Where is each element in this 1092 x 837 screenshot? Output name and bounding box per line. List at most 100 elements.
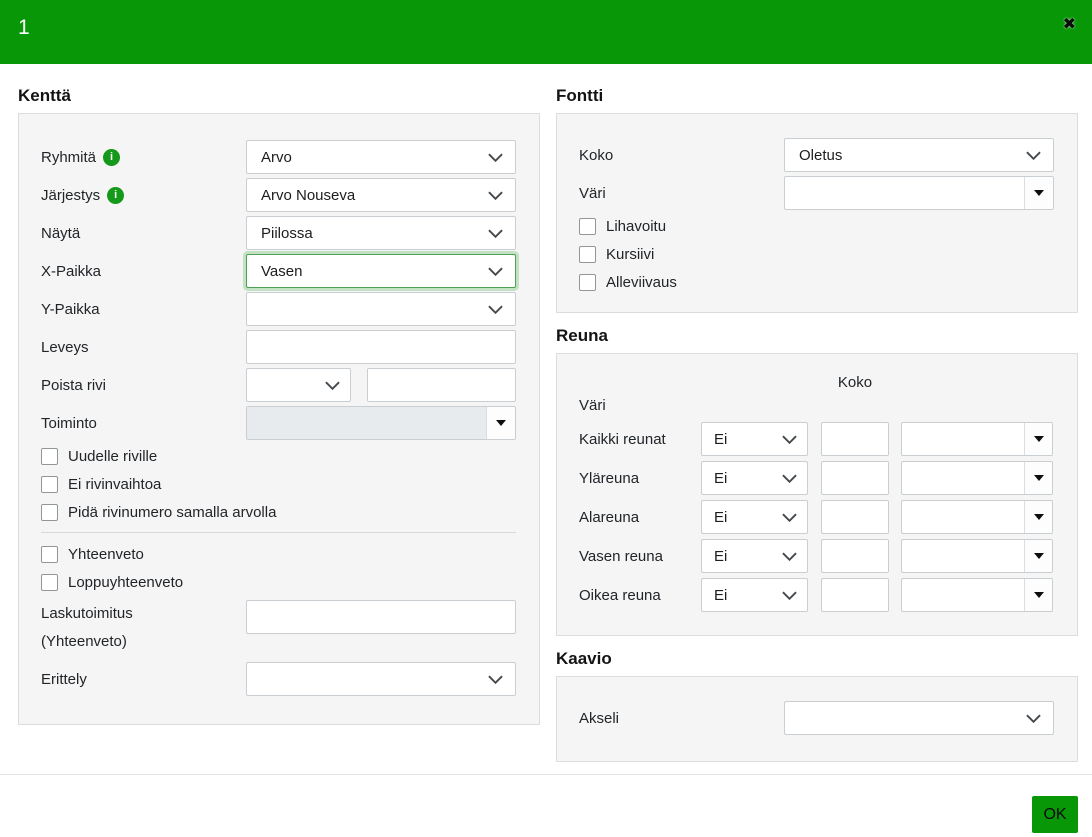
border-color-dropdown-button[interactable] — [1024, 423, 1052, 455]
reuna-column-headers: Koko — [579, 374, 1052, 391]
checkbox-box[interactable] — [579, 274, 596, 291]
dialog-title: 1 — [18, 16, 30, 40]
checkbox-uudelle-riville[interactable]: Uudelle riville — [41, 446, 516, 467]
form-row-jarjestys: Järjestys i Arvo Nouseva — [41, 178, 516, 212]
form-row-nayta: Näytä Piilossa — [41, 216, 516, 250]
border-color-dropdown-button[interactable] — [1024, 462, 1052, 494]
border-color-picker-all[interactable] — [901, 422, 1053, 456]
checkbox-box[interactable] — [579, 218, 596, 235]
chevron-down-icon — [488, 267, 503, 276]
akseli-select[interactable] — [784, 701, 1054, 735]
info-icon[interactable]: i — [103, 149, 120, 166]
border-size-input-top[interactable] — [821, 461, 889, 495]
checkbox-box[interactable] — [41, 546, 58, 563]
leveys-label: Leveys — [41, 339, 246, 356]
x-paikka-select[interactable]: Vasen — [246, 254, 516, 288]
font-color-dropdown-button[interactable] — [1024, 177, 1053, 209]
border-color-dropdown-button[interactable] — [1024, 501, 1052, 533]
checkbox-box[interactable] — [579, 246, 596, 263]
checkbox-label: Yhteenveto — [68, 546, 144, 563]
chevron-down-icon — [488, 191, 503, 200]
jarjestys-select[interactable]: Arvo Nouseva — [246, 178, 516, 212]
divider — [41, 532, 516, 533]
border-size-input-all[interactable] — [821, 422, 889, 456]
laskutoimitus-input[interactable] — [246, 600, 516, 634]
info-icon[interactable]: i — [107, 187, 124, 204]
border-size-input-bottom[interactable] — [821, 500, 889, 534]
jarjestys-value: Arvo Nouseva — [261, 187, 355, 204]
border-color-value — [902, 462, 1024, 494]
form-row-ryhmita: Ryhmitä i Arvo — [41, 140, 516, 174]
laskutoimitus-label-line2: (Yhteenveto) — [41, 628, 246, 656]
poista-rivi-input[interactable] — [367, 368, 516, 402]
form-row-leveys: Leveys — [41, 330, 516, 364]
caret-down-icon — [496, 420, 506, 426]
caret-down-icon — [1034, 553, 1044, 559]
fontti-panel: Koko Oletus Väri — [556, 113, 1078, 313]
font-size-select[interactable]: Oletus — [784, 138, 1054, 172]
border-color-picker-right[interactable] — [901, 578, 1053, 612]
border-style-select-top[interactable]: Ei — [701, 461, 808, 495]
border-style-select-all[interactable]: Ei — [701, 422, 808, 456]
y-paikka-select[interactable] — [246, 292, 516, 326]
font-style-checkbox-group: Lihavoitu Kursiivi Alleviivaus — [579, 216, 1054, 293]
border-size-input-left[interactable] — [821, 539, 889, 573]
checkbox-loppuyhteenveto[interactable]: Loppuyhteenveto — [41, 572, 516, 593]
border-style-value: Ei — [714, 431, 727, 448]
toiminto-combobox[interactable] — [246, 406, 516, 440]
checkbox-label: Lihavoitu — [606, 218, 666, 235]
poista-rivi-select[interactable] — [246, 368, 351, 402]
border-style-select-left[interactable]: Ei — [701, 539, 808, 573]
border-row-kaikki-reunat: Kaikki reunat Ei — [579, 422, 1052, 456]
chevron-down-icon — [782, 474, 797, 483]
leveys-input[interactable] — [246, 330, 516, 364]
border-color-dropdown-button[interactable] — [1024, 579, 1052, 611]
border-row-oikea-reuna: Oikea reuna Ei — [579, 578, 1052, 612]
border-style-select-right[interactable]: Ei — [701, 578, 808, 612]
form-row-erittely: Erittely — [41, 662, 516, 696]
erittely-select[interactable] — [246, 662, 516, 696]
ryhmita-select[interactable]: Arvo — [246, 140, 516, 174]
ryhmita-label: Ryhmitä i — [41, 149, 246, 166]
checkbox-label: Loppuyhteenveto — [68, 574, 183, 591]
checkbox-lihavoitu[interactable]: Lihavoitu — [579, 216, 1054, 237]
checkbox-box[interactable] — [41, 448, 58, 465]
nayta-select[interactable]: Piilossa — [246, 216, 516, 250]
border-color-picker-left[interactable] — [901, 539, 1053, 573]
checkbox-alleviivaus[interactable]: Alleviivaus — [579, 272, 1054, 293]
checkbox-box[interactable] — [41, 476, 58, 493]
border-color-dropdown-button[interactable] — [1024, 540, 1052, 572]
checkbox-box[interactable] — [41, 504, 58, 521]
chevron-down-icon — [488, 675, 503, 684]
checkbox-ei-rivinvaihtoa[interactable]: Ei rivinvaihtoa — [41, 474, 516, 495]
jarjestys-label-text: Järjestys — [41, 187, 100, 204]
border-row-label: Vasen reuna — [579, 548, 701, 565]
checkbox-yhteenveto[interactable]: Yhteenveto — [41, 544, 516, 565]
toiminto-dropdown-button[interactable] — [486, 407, 515, 439]
chevron-down-icon — [782, 513, 797, 522]
y-paikka-label: Y-Paikka — [41, 301, 246, 318]
laskutoimitus-label-line1: Laskutoimitus — [41, 600, 246, 628]
form-row-vari: Väri — [579, 176, 1054, 210]
checkbox-box[interactable] — [41, 574, 58, 591]
form-row-akseli: Akseli — [579, 701, 1054, 735]
poista-rivi-controls — [246, 368, 516, 402]
layout-checkbox-group: Uudelle riville Ei rivinvaihtoa Pidä riv… — [41, 446, 516, 523]
border-size-input-right[interactable] — [821, 578, 889, 612]
font-color-picker[interactable] — [784, 176, 1054, 210]
checkbox-kursiivi[interactable]: Kursiivi — [579, 244, 1054, 265]
border-style-select-bottom[interactable]: Ei — [701, 500, 808, 534]
ok-button[interactable]: OK — [1032, 796, 1078, 833]
font-color-value — [785, 177, 1024, 209]
caret-down-icon — [1034, 190, 1044, 196]
border-color-picker-bottom[interactable] — [901, 500, 1053, 534]
reuna-section: Reuna Koko Väri Kaikki reunat Ei — [556, 326, 1078, 636]
border-row-alareuna: Alareuna Ei — [579, 500, 1052, 534]
form-row-laskutoimitus: Laskutoimitus (Yhteenveto) — [41, 600, 516, 656]
border-row-vasen-reuna: Vasen reuna Ei — [579, 539, 1052, 573]
checkbox-pida-rivinumero[interactable]: Pidä rivinumero samalla arvolla — [41, 502, 516, 523]
border-color-picker-top[interactable] — [901, 461, 1053, 495]
chevron-down-icon — [488, 153, 503, 162]
close-icon[interactable]: ✖ — [1063, 14, 1076, 34]
chevron-down-icon — [1026, 714, 1041, 723]
